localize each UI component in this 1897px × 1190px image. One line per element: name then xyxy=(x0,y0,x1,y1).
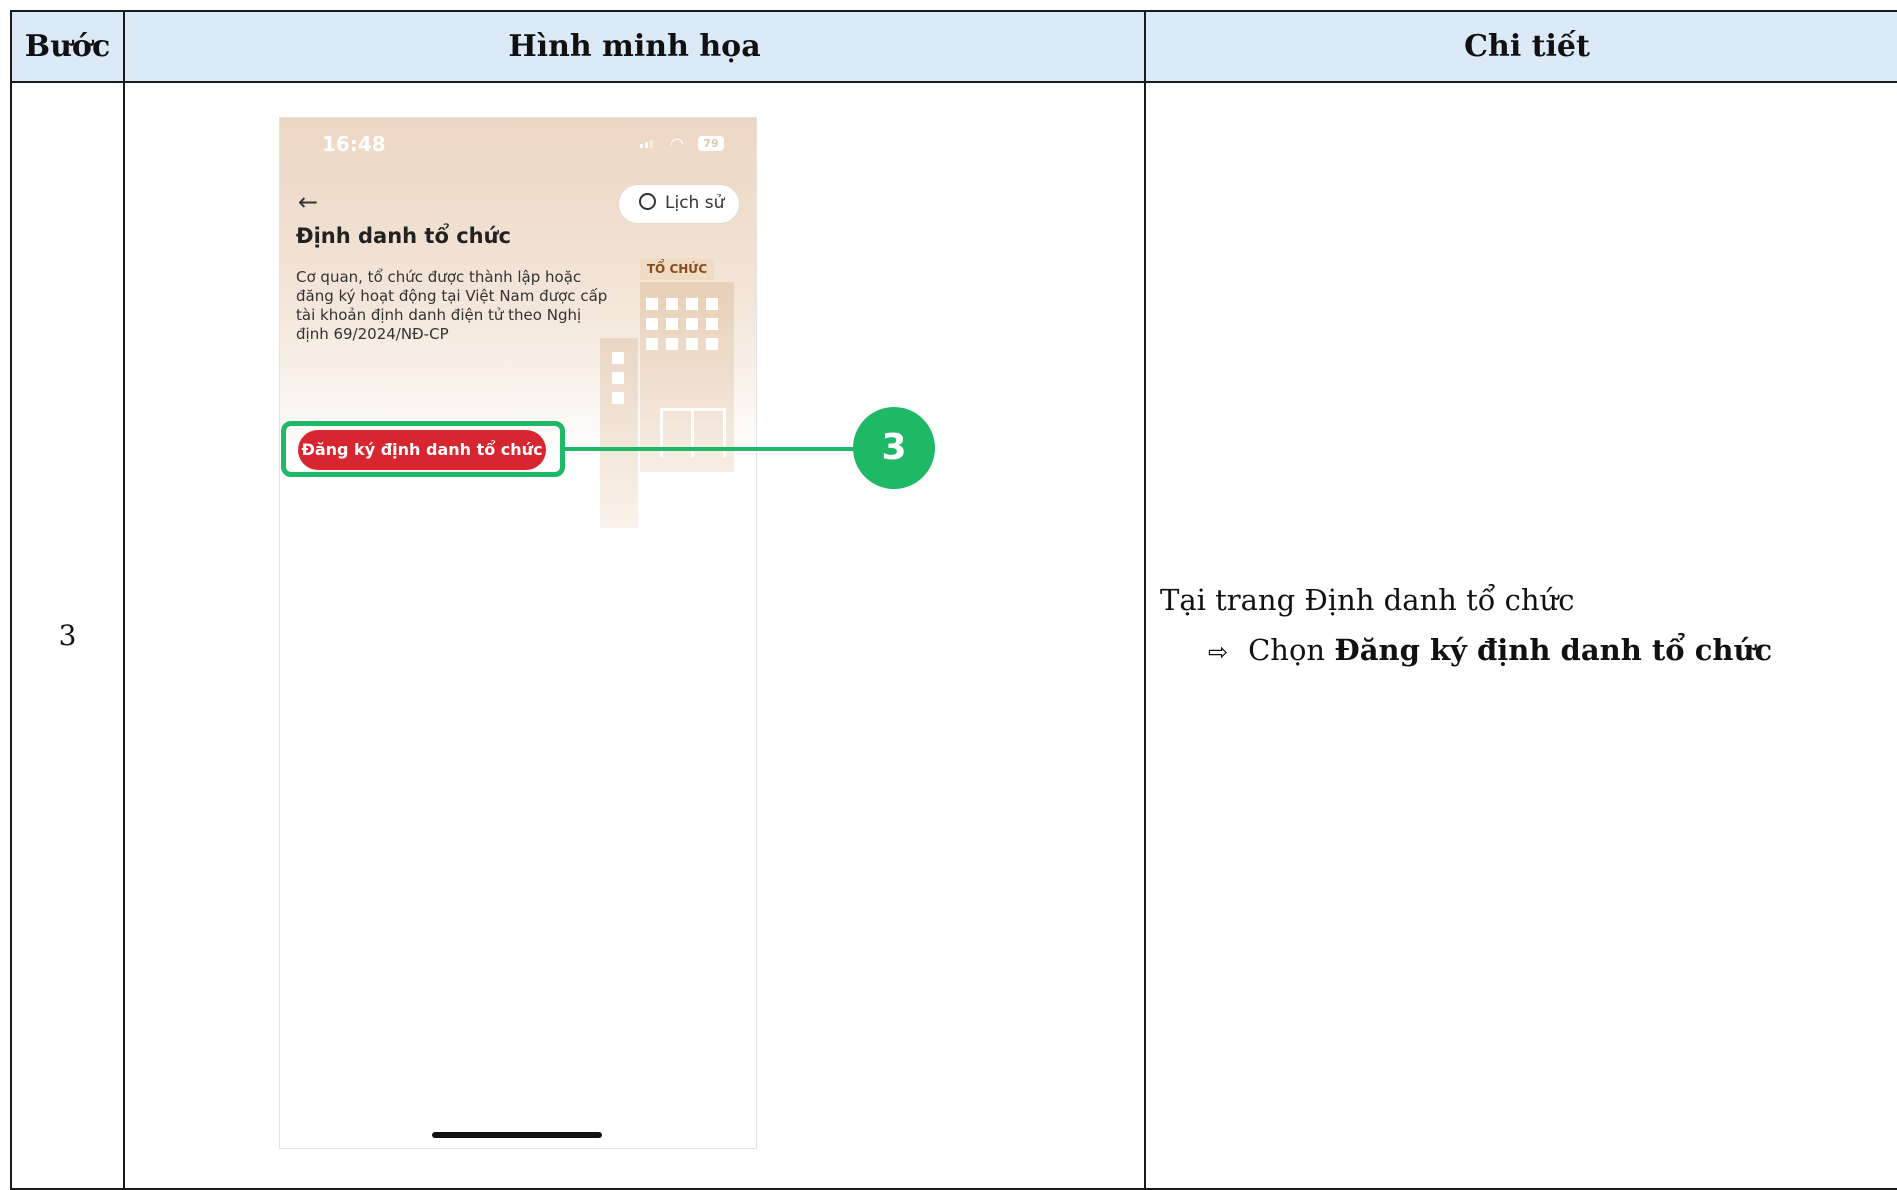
main-tower xyxy=(640,282,734,472)
header-illustration: Hình minh họa xyxy=(123,10,1146,83)
status-time: 16:48 xyxy=(322,132,386,156)
history-icon xyxy=(639,193,656,210)
register-organization-button[interactable]: Đăng ký định danh tổ chức xyxy=(298,430,546,470)
page-description: Cơ quan, tổ chức được thành lập hoặc đăn… xyxy=(296,268,608,343)
building-sign: TỔ CHỨC xyxy=(640,258,714,280)
detail-line: Tại trang Định danh tổ chức xyxy=(1160,583,1575,617)
building-illustration: TỔ CHỨC xyxy=(590,258,740,528)
callout-connector xyxy=(565,447,855,451)
step-callout-badge: 3 xyxy=(853,407,935,489)
illustration-cell: 16:48 ◠ 79 ← Lịch sử Định danh tổ chức C… xyxy=(123,81,1146,1190)
arrow-icon: ⇨ xyxy=(1208,638,1229,666)
detail-action: ⇨ Chọn Đăng ký định danh tổ chức xyxy=(1208,633,1772,667)
header-step: Bước xyxy=(10,10,125,83)
step-number: 3 xyxy=(10,81,125,1190)
action-prefix: Chọn xyxy=(1248,633,1335,667)
page-title: Định danh tổ chức xyxy=(296,224,511,248)
history-button[interactable]: Lịch sử xyxy=(618,184,740,224)
detail-cell: Tại trang Định danh tổ chức ⇨ Chọn Đăng k… xyxy=(1144,81,1897,1190)
phone-screenshot: 16:48 ◠ 79 ← Lịch sử Định danh tổ chức C… xyxy=(279,117,757,1149)
battery-icon: 79 xyxy=(698,136,724,151)
header-row: Bước Hình minh họa Chi tiết xyxy=(10,10,1897,83)
history-label: Lịch sử xyxy=(665,193,725,213)
back-arrow-icon[interactable]: ← xyxy=(298,188,318,216)
home-indicator xyxy=(432,1132,602,1138)
side-tower xyxy=(600,338,638,528)
header-detail: Chi tiết xyxy=(1144,10,1897,83)
wifi-icon: ◠ xyxy=(670,134,684,153)
table-row: 3 16:48 ◠ 79 ← Lịch sử Định danh tổ chức… xyxy=(10,81,1897,1190)
instruction-table: Bước Hình minh họa Chi tiết 3 16:48 ◠ 79… xyxy=(10,10,1897,1190)
action-target: Đăng ký định danh tổ chức xyxy=(1334,633,1773,667)
signal-icon xyxy=(640,140,654,148)
